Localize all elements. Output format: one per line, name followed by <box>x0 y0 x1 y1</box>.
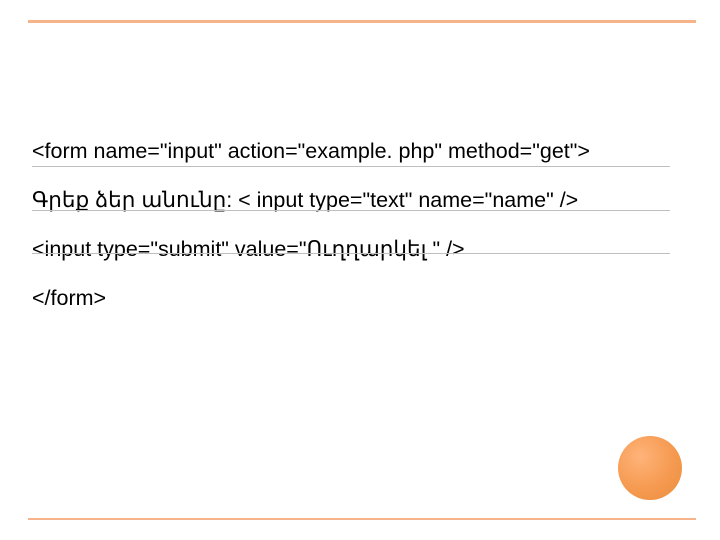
code-block: <form name="input" action="example. php"… <box>32 138 672 334</box>
underline-2 <box>32 210 670 211</box>
accent-line-top <box>28 20 696 23</box>
code-line-3: <input type="submit" value="Ուղղարկել " … <box>32 236 672 263</box>
slide: <form name="input" action="example. php"… <box>0 0 720 540</box>
code-line-1: <form name="input" action="example. php"… <box>32 138 672 165</box>
underline-3 <box>32 253 670 254</box>
accent-circle-icon <box>618 436 682 500</box>
code-line-4: </form> <box>32 285 672 312</box>
underline-1 <box>32 166 670 167</box>
accent-line-bottom <box>28 518 696 521</box>
